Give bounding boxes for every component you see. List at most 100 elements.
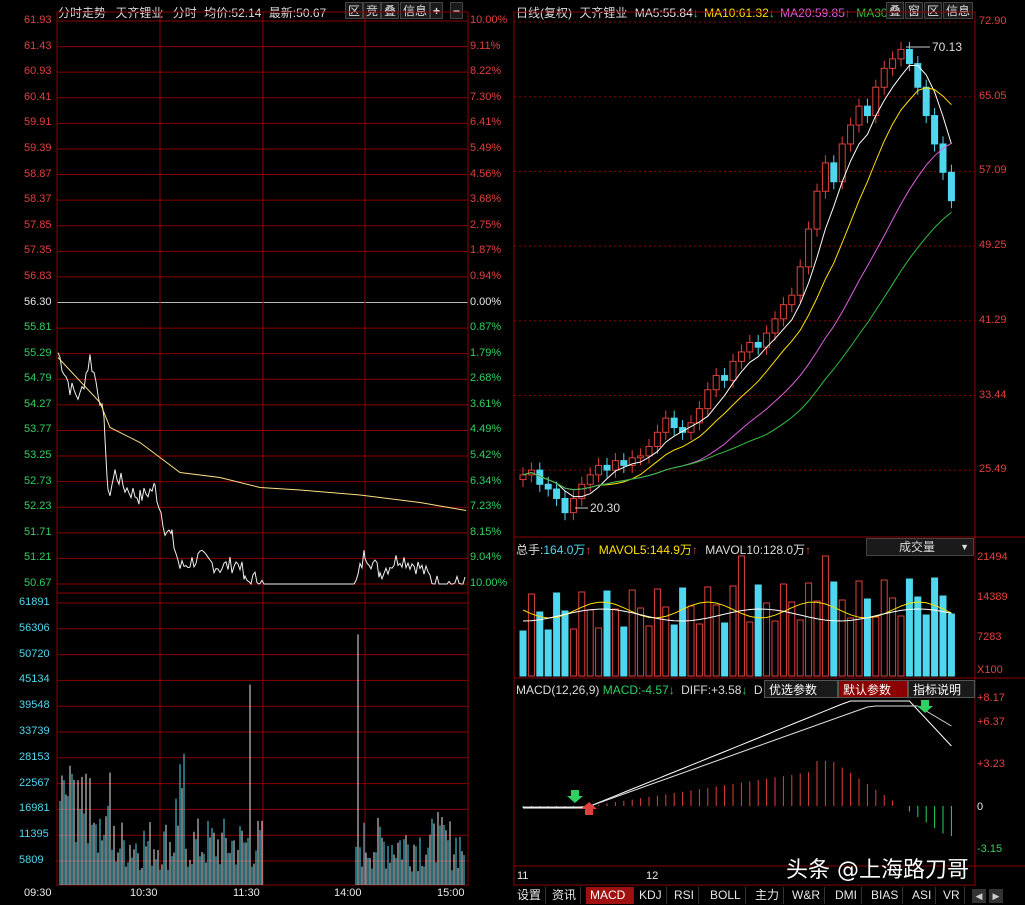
candle-body bbox=[821, 162, 829, 192]
volume-bar bbox=[670, 624, 678, 677]
tab-settings[interactable]: 设置 bbox=[513, 887, 547, 904]
scroll-right-icon[interactable]: ▶ bbox=[989, 889, 1003, 903]
candle-body bbox=[653, 431, 661, 447]
tab-boll[interactable]: BOLL bbox=[706, 887, 746, 904]
volume-bar bbox=[729, 585, 737, 677]
candle-body bbox=[931, 115, 939, 145]
candle-body bbox=[721, 375, 729, 381]
low-marker-label: 20.30 bbox=[590, 501, 620, 515]
volume-bar bbox=[679, 587, 687, 677]
volume-header: 总手:164.0万↑ MAVOL5:144.9万↑ MAVOL10:128.0万… bbox=[516, 543, 812, 557]
tab-macd[interactable]: MACD bbox=[586, 887, 634, 904]
candle-body bbox=[746, 341, 754, 353]
volume-tick-1: 21494 bbox=[977, 551, 1008, 563]
ma5-line bbox=[522, 65, 952, 498]
tab-rsi[interactable]: RSI bbox=[670, 887, 700, 904]
daily-price-tick: 57.09 bbox=[979, 164, 1007, 177]
candle-body bbox=[603, 464, 611, 471]
ma20-line bbox=[522, 142, 952, 491]
mavol10-value: 128.0万 bbox=[763, 543, 806, 557]
volume-bar bbox=[821, 555, 829, 677]
tab-main-force[interactable]: 主力 bbox=[751, 887, 785, 904]
volume-bar bbox=[645, 625, 653, 677]
daily-price-tick: 65.05 bbox=[979, 89, 1007, 102]
volume-bar bbox=[611, 608, 619, 677]
volume-bar bbox=[796, 619, 804, 677]
candle-body bbox=[662, 417, 670, 433]
macd-tick-3: +3.23 bbox=[977, 758, 1005, 770]
volume-bar bbox=[721, 622, 729, 677]
candle-body bbox=[645, 445, 653, 457]
tab-vr[interactable]: VR bbox=[939, 887, 965, 904]
volume-bar bbox=[704, 586, 712, 677]
indicator-dropdown[interactable]: 成交量 ▼ bbox=[866, 538, 974, 556]
candle-body bbox=[880, 67, 888, 88]
tab-asi[interactable]: ASI bbox=[908, 887, 937, 904]
volume-bar bbox=[813, 600, 821, 677]
macd-tick-4: 0 bbox=[977, 801, 984, 813]
diff-value: +3.58 bbox=[711, 683, 742, 697]
total-volume-value: 164.0万 bbox=[543, 543, 586, 557]
volume-bar bbox=[662, 606, 670, 677]
candle-body bbox=[670, 417, 678, 429]
dea-label-truncated: D bbox=[753, 683, 763, 697]
volume-bar bbox=[536, 611, 544, 677]
volume-bar bbox=[586, 609, 594, 677]
candle-body bbox=[779, 304, 787, 320]
candle-body bbox=[620, 460, 628, 466]
volume-bar bbox=[847, 617, 855, 677]
diff-line bbox=[523, 700, 952, 809]
preferred-params-button[interactable]: 优选参数 bbox=[764, 680, 838, 698]
candle-body bbox=[863, 105, 871, 117]
chevron-down-icon: ▼ bbox=[960, 542, 969, 552]
volume-bar bbox=[830, 581, 838, 677]
indicator-dropdown-label: 成交量 bbox=[899, 540, 936, 554]
volume-bar bbox=[578, 591, 586, 677]
volume-bar bbox=[897, 615, 905, 677]
watermark: 头条 @上海路刀哥 bbox=[786, 858, 969, 883]
volume-tick-2: 14389 bbox=[977, 591, 1008, 603]
diff-label: DIFF: bbox=[681, 683, 712, 697]
dea-line bbox=[523, 705, 952, 808]
daily-chart: 70.13 20.30 bbox=[513, 11, 1025, 886]
total-volume-label: 总手: bbox=[516, 543, 544, 557]
mavol10-label: MAVOL10: bbox=[705, 543, 764, 557]
candle-body bbox=[712, 375, 720, 391]
daily-price-tick: 41.29 bbox=[979, 313, 1007, 326]
tab-bias[interactable]: BIAS bbox=[867, 887, 904, 904]
candle-body bbox=[704, 389, 712, 410]
scroll-left-icon[interactable]: ◀ bbox=[972, 889, 986, 903]
volume-bar bbox=[880, 579, 888, 677]
candle-body bbox=[922, 86, 930, 117]
high-marker-label: 70.13 bbox=[932, 40, 962, 54]
candle-body bbox=[729, 360, 737, 381]
volume-bar bbox=[737, 555, 745, 677]
volume-bar bbox=[771, 620, 779, 677]
volume-bar bbox=[637, 607, 645, 677]
candle-body bbox=[611, 460, 619, 471]
volume-bar bbox=[595, 627, 603, 677]
candle-body bbox=[830, 162, 838, 183]
daily-price-tick: 49.25 bbox=[979, 239, 1007, 252]
volume-bar bbox=[805, 582, 813, 677]
candle-body bbox=[544, 483, 552, 490]
candle-body bbox=[905, 48, 913, 65]
tab-wr[interactable]: W&R bbox=[788, 887, 825, 904]
candle-body bbox=[847, 124, 855, 145]
candle-body bbox=[586, 474, 594, 485]
macd-tick-1: +8.17 bbox=[977, 692, 1005, 704]
volume-bar bbox=[922, 614, 930, 677]
candle-body bbox=[947, 171, 955, 202]
indicator-help-button[interactable]: 指标说明 bbox=[908, 680, 975, 698]
candle-body bbox=[737, 351, 745, 362]
date-label-12: 12 bbox=[646, 870, 659, 882]
volume-bar bbox=[695, 623, 703, 677]
ma10-line bbox=[522, 87, 952, 491]
death-cross-arrow-icon bbox=[567, 790, 583, 803]
tab-news[interactable]: 资讯 bbox=[548, 887, 582, 904]
tab-kdj[interactable]: KDJ bbox=[635, 887, 667, 904]
tab-dmi[interactable]: DMI bbox=[831, 887, 862, 904]
candle-body bbox=[561, 497, 569, 514]
mavol5-label: MAVOL5: bbox=[598, 543, 650, 557]
default-params-button[interactable]: 默认参数 bbox=[838, 680, 908, 698]
